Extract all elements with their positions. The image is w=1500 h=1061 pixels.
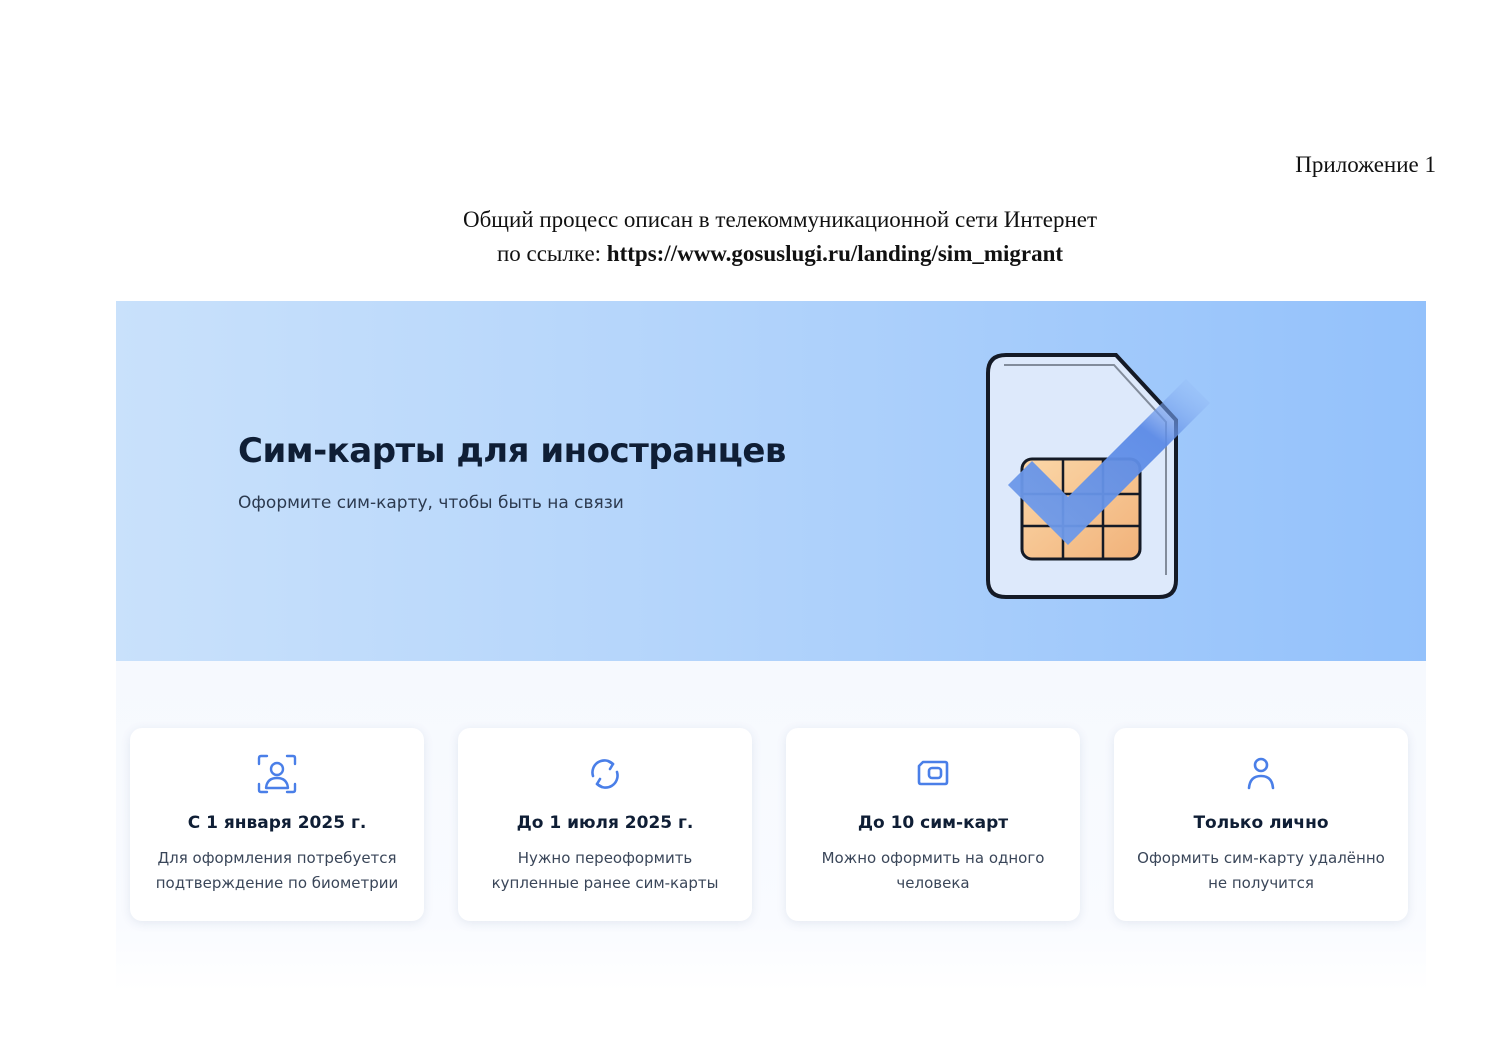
person-icon: [1247, 757, 1275, 790]
face-scan-icon: [257, 754, 297, 794]
feature-card-biometry: С 1 января 2025 г. Для оформления потреб…: [130, 728, 424, 921]
feature-card-limit: До 10 сим-карт Можно оформить на одного …: [786, 728, 1080, 921]
hero-subtitle: Оформите сим-карту, чтобы быть на связи: [238, 493, 624, 513]
intro-paragraph: Общий процесс описан в телекоммуникацион…: [0, 203, 1500, 271]
refresh-icon: [591, 759, 619, 789]
feature-title: С 1 января 2025 г.: [187, 813, 367, 833]
feature-description: Можно оформить на одного человека: [821, 849, 1045, 892]
feature-description: Оформить сим-карту удалённо не получится: [1137, 849, 1385, 892]
hero-banner: Сим-карты для иностранцев Оформите сим-к…: [116, 301, 1426, 661]
feature-title: Только лично: [1193, 813, 1329, 833]
sim-card-icon: [917, 760, 949, 786]
appendix-label: Приложение 1: [1295, 152, 1436, 177]
feature-description: Нужно переоформить купленные ранее сим-к…: [491, 849, 719, 892]
intro-line: Общий процесс описан в телекоммуникацион…: [462, 207, 1098, 232]
feature-title: До 10 сим-карт: [857, 813, 1009, 833]
intro-prefix: по ссылке:: [496, 241, 607, 266]
hero-title: Сим-карты для иностранцев: [238, 431, 786, 471]
feature-description: Для оформления потребуется подтверждение…: [155, 849, 399, 892]
feature-card-reissue: До 1 июля 2025 г. Нужно переоформить куп…: [458, 728, 752, 921]
sim-card-check-illustration: [986, 353, 1211, 599]
feature-card-in-person: Только лично Оформить сим-карту удалённо…: [1114, 728, 1408, 921]
gosuslugi-link[interactable]: https://www.gosuslugi.ru/landing/sim_mig…: [607, 241, 1063, 266]
features-section: С 1 января 2025 г. Для оформления потреб…: [116, 661, 1426, 991]
intro-link-line: по ссылке: https://www.gosuslugi.ru/land…: [0, 237, 1500, 271]
feature-title: До 1 июля 2025 г.: [516, 813, 694, 833]
